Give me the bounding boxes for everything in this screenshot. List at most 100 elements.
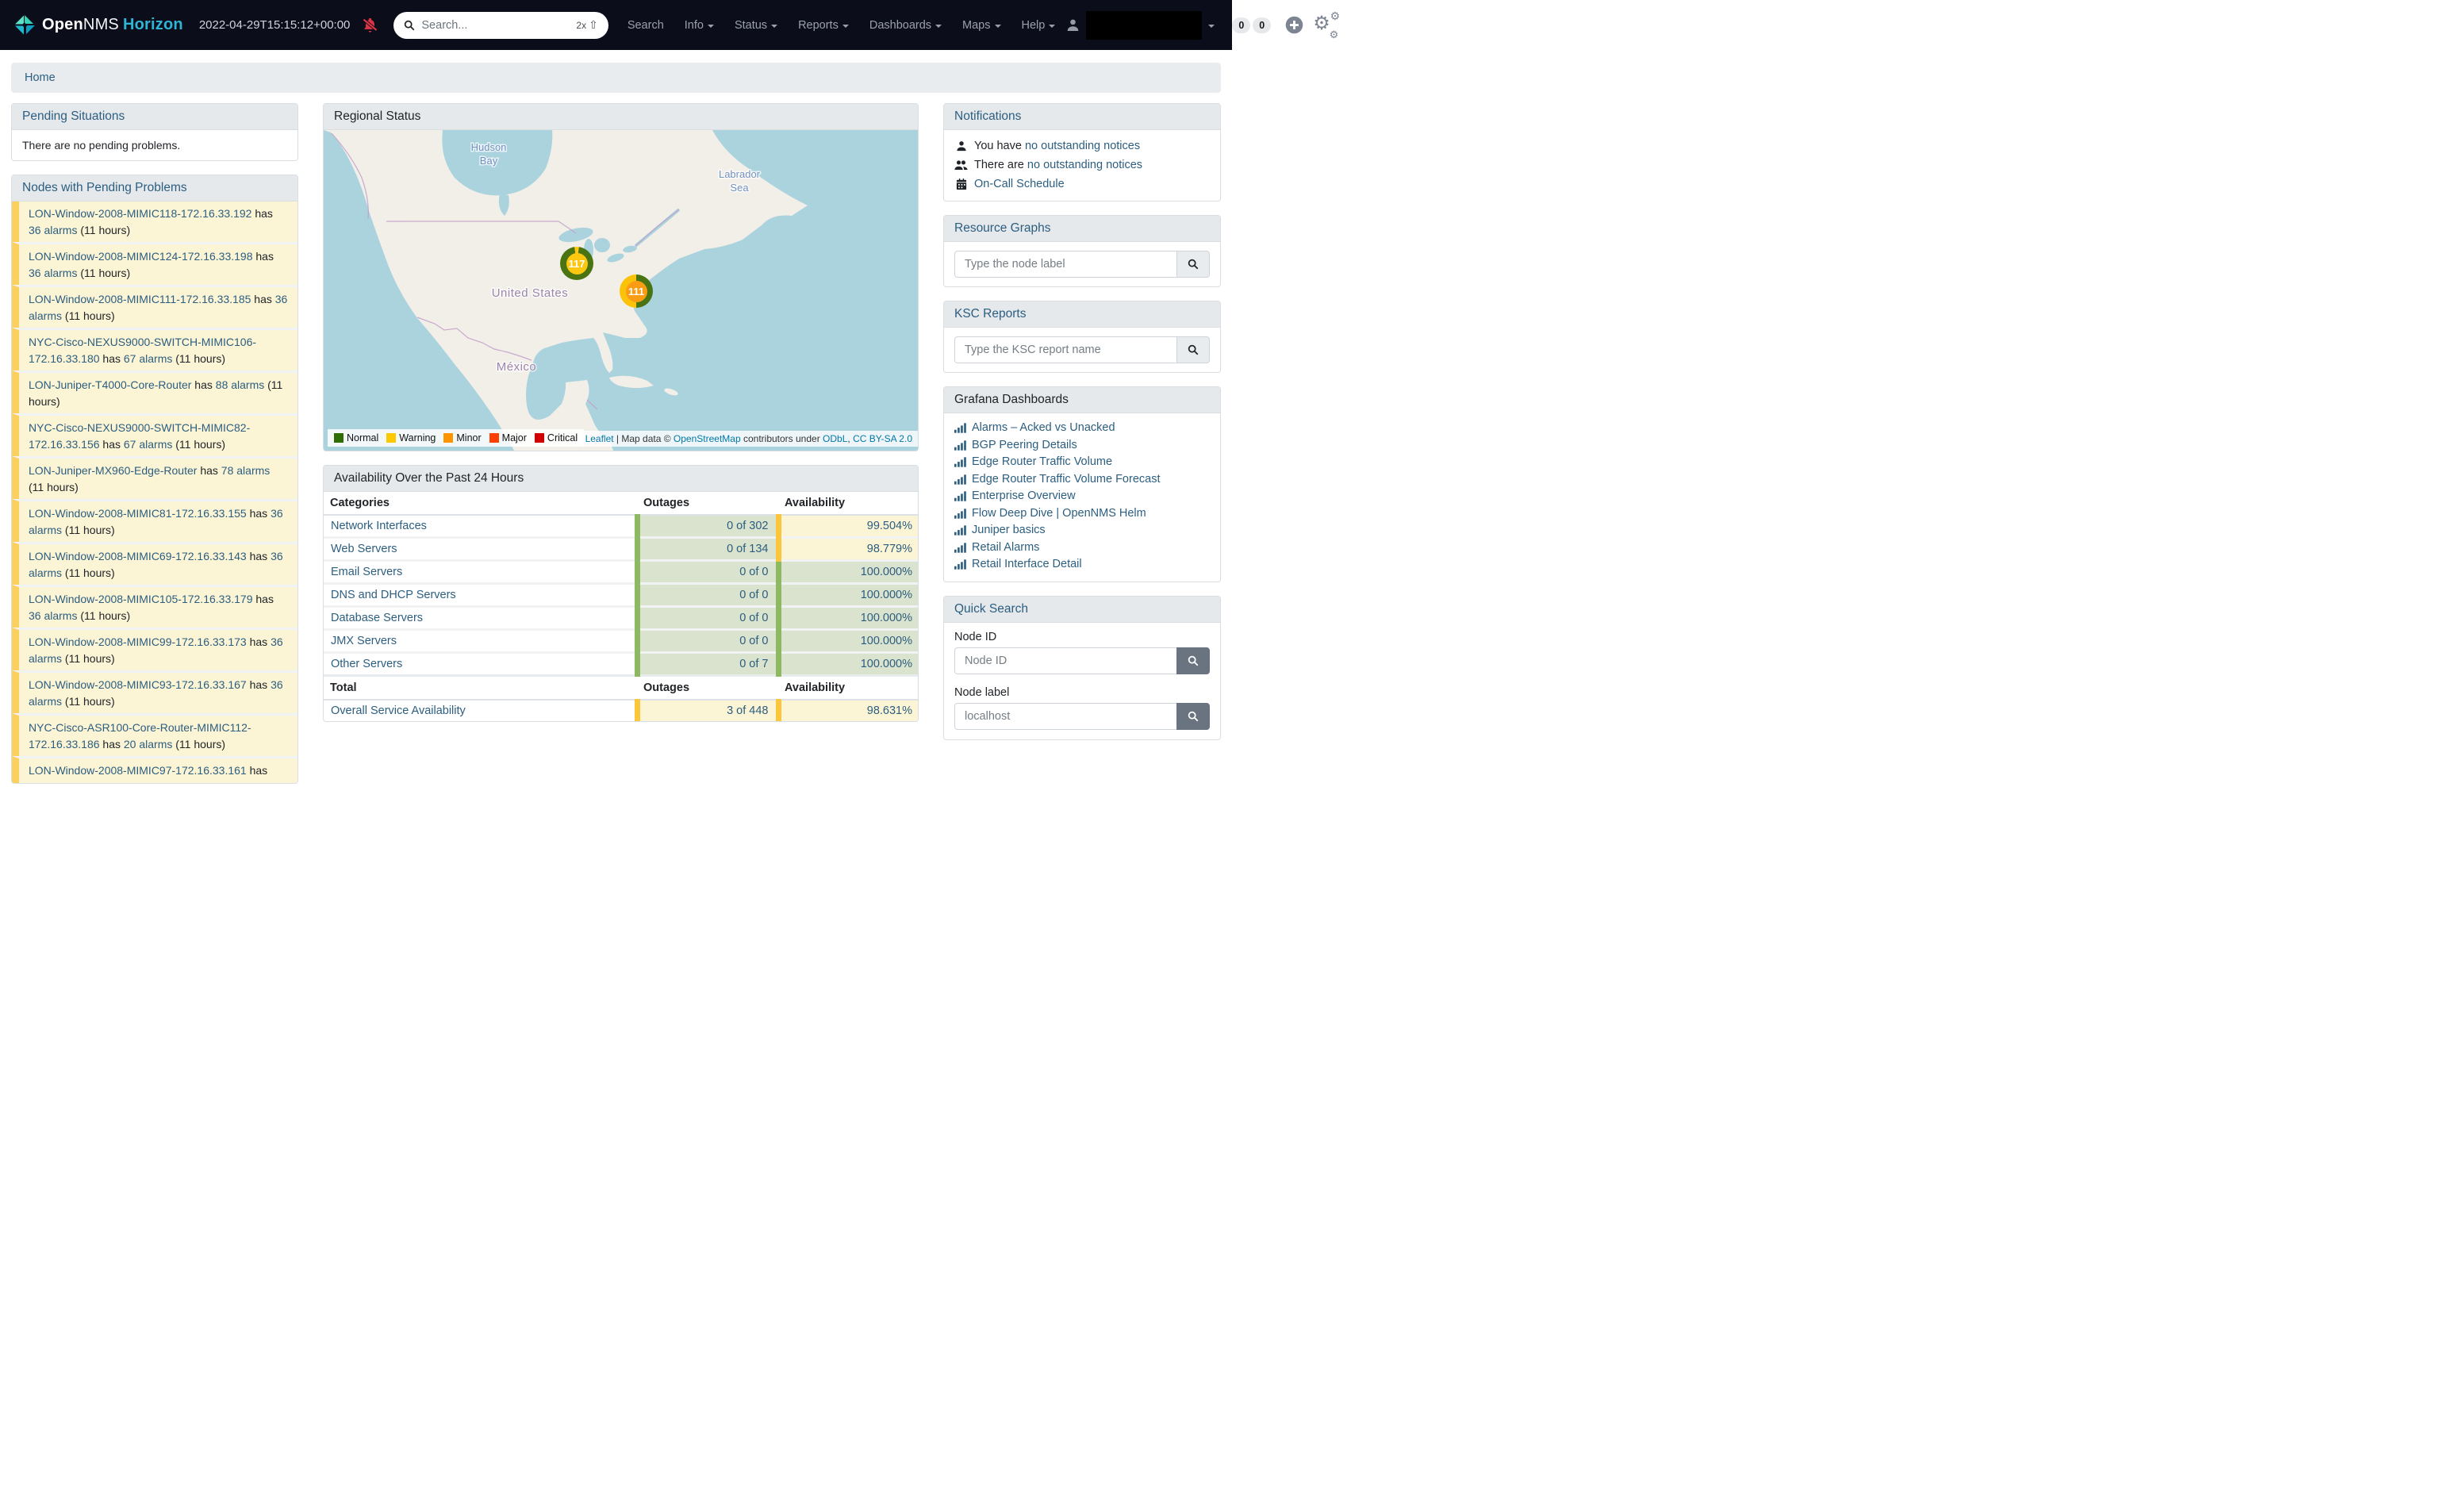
category-link[interactable]: Email Servers: [331, 566, 402, 578]
nav-item-reports[interactable]: Reports: [798, 19, 849, 32]
regional-status-map[interactable]: HudsonBayLabradorSeaUnited StatesMéxico …: [324, 130, 918, 451]
category-link[interactable]: Web Servers: [331, 543, 397, 555]
regional-status-title: Regional Status: [324, 104, 918, 130]
node-link[interactable]: LON-Window-2008-MIMIC81-172.16.33.155: [29, 507, 247, 520]
notification-text: On-Call Schedule: [974, 176, 1065, 192]
ksc-reports-title[interactable]: KSC Reports: [944, 301, 1220, 328]
node-id-label: Node ID: [954, 631, 1210, 643]
outages-cell[interactable]: 3 of 448: [637, 700, 778, 721]
node-link[interactable]: LON-Juniper-T4000-Core-Router: [29, 378, 191, 391]
attribution-link[interactable]: Leaflet: [585, 433, 614, 444]
grafana-dashboard-link[interactable]: Juniper basics: [972, 522, 1046, 539]
marker-count: 111: [626, 281, 647, 302]
node-link[interactable]: LON-Window-2008-MIMIC105-172.16.33.179: [29, 593, 252, 605]
brand-logo[interactable]: OpenNMSHorizon: [14, 14, 183, 36]
availability-cell[interactable]: 99.504%: [778, 515, 919, 538]
ksc-reports-search-button[interactable]: [1176, 336, 1210, 363]
availability-cell[interactable]: 98.631%: [778, 700, 919, 721]
nav-item-search[interactable]: Search: [628, 19, 664, 32]
attribution-link[interactable]: ODbL: [823, 433, 847, 444]
notifications-title[interactable]: Notifications: [944, 104, 1220, 130]
bell-slash-icon[interactable]: [363, 17, 378, 33]
category-link[interactable]: DNS and DHCP Servers: [331, 589, 456, 601]
nav-item-dashboards[interactable]: Dashboards: [869, 19, 942, 32]
chevron-down-icon: [1208, 25, 1215, 28]
node-link[interactable]: LON-Window-2008-MIMIC99-172.16.33.173: [29, 635, 247, 648]
nav-item-status[interactable]: Status: [735, 19, 777, 32]
node-link[interactable]: LON-Window-2008-MIMIC111-172.16.33.185: [29, 293, 251, 305]
availability-cell[interactable]: 100.000%: [778, 630, 919, 653]
grafana-dashboard-link[interactable]: Edge Router Traffic Volume Forecast: [972, 471, 1161, 489]
ksc-reports-search-input[interactable]: [954, 336, 1176, 363]
map-cluster-marker[interactable]: 117: [560, 247, 593, 280]
outages-cell[interactable]: 0 of 0: [637, 584, 778, 607]
outages-cell[interactable]: 0 of 134: [637, 538, 778, 561]
plus-circle-icon[interactable]: [1285, 16, 1303, 34]
nav-item-label: Info: [685, 19, 704, 32]
node-label-search-button[interactable]: [1176, 703, 1210, 730]
attribution-link[interactable]: OpenStreetMap: [674, 433, 741, 444]
resource-graphs-title[interactable]: Resource Graphs: [944, 216, 1220, 242]
notices-badge-2[interactable]: 0: [1253, 17, 1271, 33]
gears-icon[interactable]: ⚙⚙⚙: [1313, 13, 1340, 37]
grafana-dashboard-link[interactable]: Edge Router Traffic Volume: [972, 454, 1112, 471]
node-link[interactable]: LON-Window-2008-MIMIC118-172.16.33.192: [29, 207, 251, 220]
outages-cell[interactable]: 0 of 0: [637, 607, 778, 630]
node-id-input[interactable]: [954, 647, 1176, 674]
quick-search-title[interactable]: Quick Search: [944, 597, 1220, 623]
user-icon: [1066, 18, 1080, 32]
outages-cell[interactable]: 0 of 0: [637, 630, 778, 653]
category-link[interactable]: Database Servers: [331, 612, 423, 624]
grafana-dashboard-link[interactable]: Retail Interface Detail: [972, 556, 1082, 574]
category-link[interactable]: Other Servers: [331, 658, 402, 670]
outstanding-notices-link[interactable]: no outstanding notices: [1027, 159, 1142, 171]
node-alarms-link[interactable]: 67 alarms: [124, 352, 172, 365]
node-link[interactable]: LON-Window-2008-MIMIC69-172.16.33.143: [29, 550, 247, 562]
pending-situations-title[interactable]: Pending Situations: [12, 104, 297, 130]
node-id-search-button[interactable]: [1176, 647, 1210, 674]
availability-cell[interactable]: 100.000%: [778, 584, 919, 607]
marker-count: 117: [566, 253, 588, 274]
category-link[interactable]: Overall Service Availability: [331, 704, 466, 717]
availability-cell[interactable]: 100.000%: [778, 561, 919, 584]
availability-cell[interactable]: 100.000%: [778, 607, 919, 630]
on-call-schedule-link[interactable]: On-Call Schedule: [974, 178, 1065, 190]
outages-cell[interactable]: 0 of 0: [637, 561, 778, 584]
outages-cell[interactable]: 0 of 7: [637, 653, 778, 676]
category-link[interactable]: Network Interfaces: [331, 520, 427, 532]
node-alarms-link[interactable]: 78 alarms: [221, 464, 270, 477]
grafana-dashboard-link[interactable]: Flow Deep Dive | OpenNMS Helm: [972, 505, 1146, 523]
resource-graphs-search-button[interactable]: [1176, 251, 1210, 278]
nav-item-info[interactable]: Info: [685, 19, 714, 32]
nodes-pending-problems-title[interactable]: Nodes with Pending Problems: [12, 175, 297, 202]
category-link[interactable]: JMX Servers: [331, 635, 397, 647]
node-alarms-link[interactable]: 20 alarms: [124, 738, 172, 750]
availability-cell[interactable]: 100.000%: [778, 653, 919, 676]
outages-cell[interactable]: 0 of 302: [637, 515, 778, 538]
node-alarms-link[interactable]: 36 alarms: [29, 224, 77, 236]
node-alarms-link[interactable]: 36 alarms: [29, 267, 77, 279]
node-link[interactable]: LON-Window-2008-MIMIC93-172.16.33.167: [29, 678, 247, 691]
availability-cell[interactable]: 98.779%: [778, 538, 919, 561]
resource-graphs-search-input[interactable]: [954, 251, 1176, 278]
breadcrumb-home-link[interactable]: Home: [25, 71, 56, 84]
node-link[interactable]: LON-Window-2008-MIMIC97-172.16.33.161: [29, 764, 247, 777]
grafana-dashboard-link[interactable]: BGP Peering Details: [972, 437, 1077, 455]
grafana-dashboard-link[interactable]: Alarms – Acked vs Unacked: [972, 420, 1115, 437]
nav-item-maps[interactable]: Maps: [962, 19, 1000, 32]
attribution-link[interactable]: CC BY-SA 2.0: [853, 433, 912, 444]
map-cluster-marker[interactable]: 111: [620, 274, 653, 308]
node-alarms-link[interactable]: 36 alarms: [29, 609, 77, 622]
grafana-dashboard-link[interactable]: Retail Alarms: [972, 539, 1039, 557]
node-alarms-link[interactable]: 88 alarms: [216, 378, 264, 391]
node-link[interactable]: LON-Juniper-MX960-Edge-Router: [29, 464, 197, 477]
username-redacted[interactable]: [1086, 11, 1202, 40]
outstanding-notices-link[interactable]: no outstanding notices: [1025, 140, 1140, 152]
node-label-input[interactable]: [954, 703, 1176, 730]
grafana-dashboard-link[interactable]: Enterprise Overview: [972, 488, 1076, 505]
node-link[interactable]: LON-Window-2008-MIMIC124-172.16.33.198: [29, 250, 252, 263]
nav-item-help[interactable]: Help: [1022, 19, 1056, 32]
search-input[interactable]: [421, 19, 570, 32]
notices-badge-1[interactable]: 0: [1232, 17, 1250, 33]
node-alarms-link[interactable]: 67 alarms: [124, 438, 172, 451]
